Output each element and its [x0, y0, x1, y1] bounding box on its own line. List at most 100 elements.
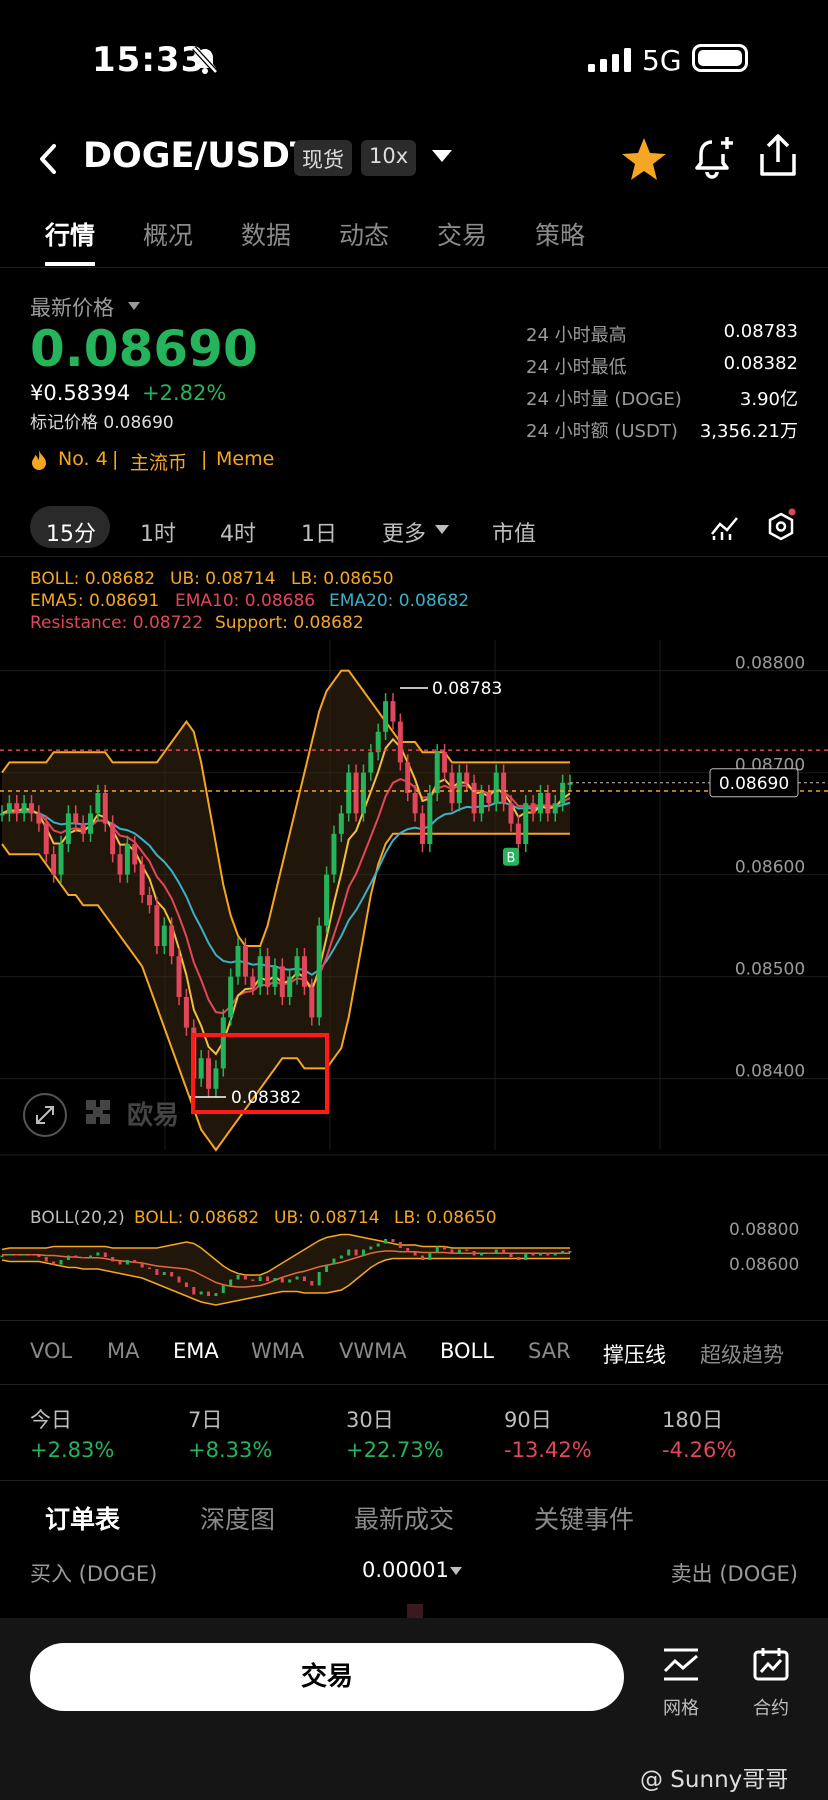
- alert-bell-icon[interactable]: [690, 134, 736, 180]
- timeframe-1h[interactable]: 1时: [140, 516, 176, 548]
- candle-body: [169, 925, 175, 957]
- sub-candle: [229, 1279, 233, 1286]
- tab-trade[interactable]: 交易: [437, 216, 487, 252]
- rank-label[interactable]: No. 4: [58, 448, 108, 470]
- back-icon[interactable]: [36, 142, 60, 176]
- candle-body: [427, 793, 433, 844]
- candle-body: [6, 803, 12, 814]
- candle-body: [353, 772, 359, 814]
- sub-chart[interactable]: [0, 1225, 828, 1320]
- precision-caret-icon[interactable]: [450, 1567, 462, 1575]
- indicator-support-resistance[interactable]: 撑压线: [603, 1339, 666, 1369]
- stat-label-turnover: 24 小时额 (USDT): [526, 421, 678, 442]
- sub-candle: [479, 1252, 483, 1256]
- indicator-boll[interactable]: BOLL: [440, 1339, 494, 1363]
- candle-body: [375, 731, 381, 753]
- candle-body: [301, 956, 307, 987]
- candle-body: [272, 966, 278, 987]
- tab-overview[interactable]: 概况: [143, 216, 193, 252]
- sub-candle: [266, 1276, 270, 1281]
- indicator-vwma[interactable]: VWMA: [339, 1339, 407, 1363]
- price-label-caret-icon[interactable]: [128, 302, 140, 310]
- indicator-sar[interactable]: SAR: [528, 1339, 571, 1363]
- indicator-ma[interactable]: MA: [107, 1339, 139, 1363]
- perf-value-7d: +8.33%: [188, 1438, 273, 1462]
- chart-settings-icon[interactable]: [766, 508, 796, 542]
- share-icon[interactable]: [758, 134, 798, 178]
- tab-strategy[interactable]: 策略: [535, 216, 585, 252]
- sub-candle: [44, 1257, 48, 1262]
- candle-body: [515, 823, 521, 844]
- grid-bot-icon[interactable]: [662, 1648, 700, 1682]
- book-precision[interactable]: 0.00001: [362, 1558, 449, 1582]
- legend-ema5: EMA5: 0.08691: [30, 591, 160, 611]
- candle-body: [456, 772, 462, 804]
- candle-body: [161, 925, 167, 946]
- candle-body: [390, 701, 396, 722]
- tab-depth[interactable]: 深度图: [200, 1500, 275, 1536]
- sub-candle: [546, 1252, 550, 1256]
- sub-candle: [376, 1243, 380, 1247]
- sub-candle: [524, 1254, 528, 1260]
- timeframe-4h[interactable]: 4时: [220, 516, 256, 548]
- indicator-supertrend[interactable]: 超级趋势: [700, 1339, 820, 1369]
- indicator-wma[interactable]: WMA: [251, 1339, 304, 1363]
- sub-candle: [148, 1267, 152, 1269]
- tab-key-events[interactable]: 关键事件: [534, 1500, 634, 1536]
- tag-meme[interactable]: Meme: [216, 448, 274, 470]
- stat-label-volume: 24 小时量 (DOGE): [526, 389, 682, 410]
- indicator-vol[interactable]: VOL: [30, 1339, 72, 1363]
- sub-candle: [310, 1281, 314, 1286]
- tab-latest-trades[interactable]: 最新成交: [354, 1500, 454, 1536]
- sub-candle: [531, 1254, 535, 1256]
- sub-axis-high: 0.08800: [729, 1220, 800, 1240]
- timeframe-15m[interactable]: 15分: [46, 516, 96, 548]
- timeframe-1d[interactable]: 1日: [301, 516, 337, 548]
- timeframe-more[interactable]: 更多: [382, 516, 426, 548]
- indicator-ema[interactable]: EMA: [173, 1339, 219, 1363]
- contract-icon[interactable]: [752, 1646, 790, 1682]
- price-label[interactable]: 最新价格: [30, 292, 114, 322]
- sub-candle: [302, 1276, 306, 1281]
- tab-market[interactable]: 行情: [45, 216, 95, 252]
- tab-orderbook[interactable]: 订单表: [45, 1500, 120, 1536]
- tab-data[interactable]: 数据: [241, 216, 291, 252]
- perf-label-today: 今日: [30, 1408, 72, 1432]
- indicator-chart-icon[interactable]: [710, 514, 740, 542]
- trade-button[interactable]: 交易: [30, 1643, 624, 1711]
- tab-news[interactable]: 动态: [339, 216, 389, 252]
- market-type-badge: 现货: [294, 140, 352, 176]
- candle-body: [442, 752, 448, 773]
- sub-candle: [443, 1246, 447, 1250]
- candle-body: [51, 854, 57, 875]
- candle-body: [405, 762, 411, 793]
- y-tick-label: 0.08500: [735, 960, 805, 980]
- legend-ema20: EMA20: 0.08682: [329, 591, 470, 611]
- sub-candle: [177, 1276, 181, 1283]
- candle-body: [530, 803, 536, 814]
- pair-title[interactable]: DOGE/USDT: [83, 136, 314, 176]
- sub-candle: [52, 1261, 56, 1265]
- author-watermark: @ Sunny哥哥: [640, 1767, 789, 1793]
- last-price: 0.08690: [30, 320, 258, 378]
- sub-candle: [243, 1275, 247, 1280]
- sub-candle: [74, 1255, 78, 1257]
- timeframe-marketcap[interactable]: 市值: [492, 516, 536, 548]
- price-chart[interactable]: 0.088000.087000.086000.085000.084000.086…: [0, 640, 828, 1160]
- candle-body: [478, 793, 484, 814]
- expand-arrows-icon: [36, 1106, 54, 1124]
- tag-mainstream[interactable]: 主流币: [130, 448, 187, 475]
- buy-marker-label: B: [507, 851, 516, 866]
- more-caret-icon[interactable]: [435, 525, 449, 534]
- candle-body: [464, 772, 470, 783]
- candle-body: [434, 752, 440, 793]
- contract-label[interactable]: 合约: [736, 1694, 806, 1720]
- candle-body: [493, 772, 499, 804]
- chevron-down-icon[interactable]: [432, 150, 452, 162]
- star-icon[interactable]: [620, 136, 668, 182]
- sub-candle: [398, 1242, 402, 1248]
- sub-candle: [487, 1252, 491, 1254]
- grid-label[interactable]: 网格: [646, 1694, 716, 1720]
- signal-icon: [588, 48, 631, 72]
- candle-body: [412, 793, 418, 814]
